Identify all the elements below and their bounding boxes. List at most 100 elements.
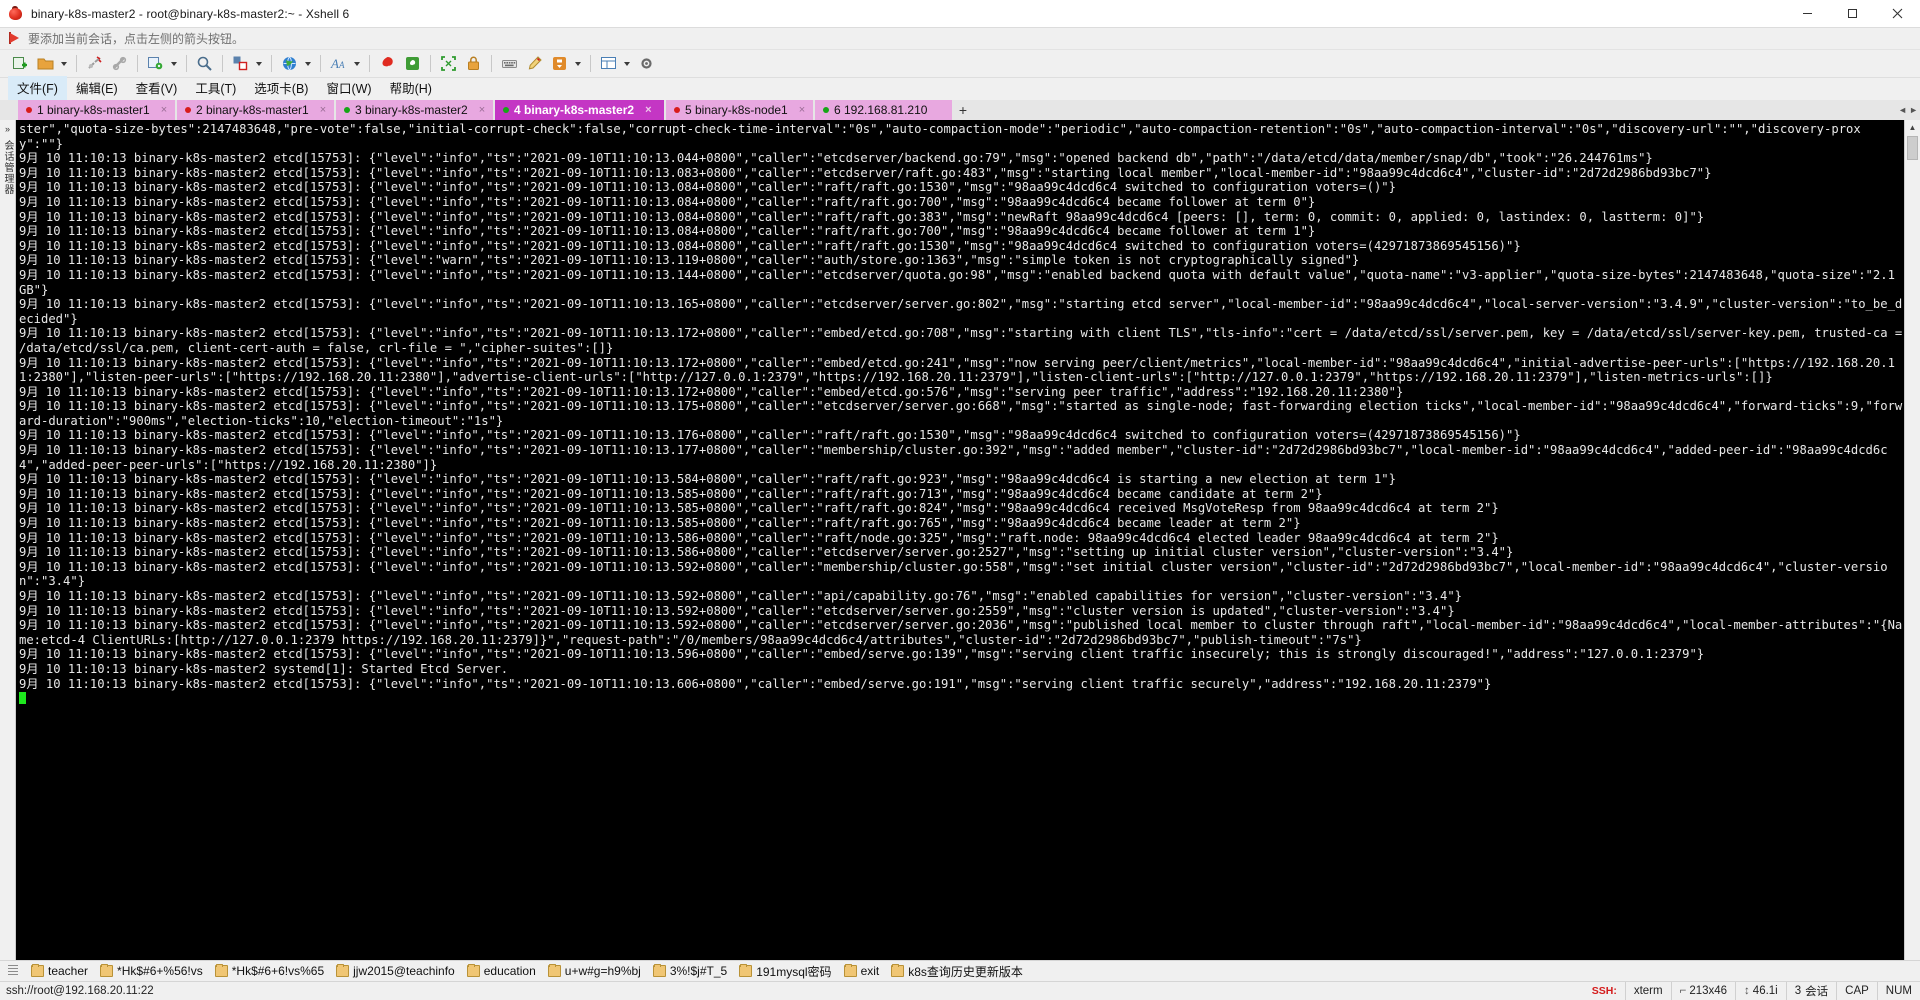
tab-label: 2 binary-k8s-master1 [196,103,309,117]
folder-icon [547,964,561,977]
bookmark-pwd-1[interactable]: *Hk$#6+%56!vs [95,963,210,979]
menu-tools[interactable]: 工具(T) [186,76,245,100]
open-folder-icon[interactable] [33,52,57,76]
bookmark-label: k8s查询历史更新版本 [908,964,1023,979]
tab-scroll-right-icon[interactable]: ► [1909,105,1918,115]
tab-close-icon[interactable]: × [320,104,326,116]
status-transfer: ↕ 46.1i [1735,982,1786,1000]
tab-3-binary-k8s-master2[interactable]: 3 binary-k8s-master2 × [336,100,495,120]
tab-close-icon[interactable]: × [161,104,167,116]
menu-window[interactable]: 窗口(W) [317,76,380,100]
settings-icon[interactable] [634,52,658,76]
bookmark-jjw2015[interactable]: jjw2015@teachinfo [331,963,462,979]
find-icon[interactable] [192,52,216,76]
menu-view[interactable]: 查看(V) [127,76,187,100]
terminal-output[interactable]: ster","quota-size-bytes":2147483648,"pre… [16,120,1904,960]
bookmark-pwd-4[interactable]: 3%!$j#T_5 [648,963,734,979]
bookmark-pwd-3[interactable]: u+w#g=h9%bj [543,963,648,979]
layout-icon[interactable] [596,52,620,76]
status-protocol: SSH: [1584,982,1625,1000]
session-hint-bar: 要添加当前会话，点击左侧的箭头按钮。 [0,28,1920,50]
bookmark-education[interactable]: education [462,963,543,979]
menu-tabs[interactable]: 选项卡(B) [245,76,317,100]
status-session-label: 会话 [1805,986,1829,998]
tab-close-icon[interactable]: × [479,104,485,116]
xftp-icon[interactable] [400,52,424,76]
status-session-number: 3 [1794,985,1802,997]
record-icon[interactable] [547,52,571,76]
globe-dropdown-caret[interactable] [302,53,313,75]
layout-dropdown-caret[interactable] [621,53,632,75]
menu-help[interactable]: 帮助(H) [381,76,441,100]
tab-1-binary-k8s-master1[interactable]: 1 binary-k8s-master1 × [18,100,177,120]
bookmark-label: jjw2015@teachinfo [353,964,455,978]
minimize-button[interactable] [1785,0,1830,27]
file-transfer-icon[interactable] [228,52,252,76]
session-manager-rail[interactable]: » 会话管理器 [0,120,16,960]
session-properties-icon[interactable] [143,52,167,76]
bookmark-pwd-2[interactable]: *Hk$#6+6!vs%65 [210,963,331,979]
xshell-icon[interactable] [375,52,399,76]
font-dropdown-caret[interactable] [351,53,362,75]
reconnect-icon[interactable] [107,52,131,76]
tab-label: 1 binary-k8s-master1 [37,103,150,117]
bookmark-drag-handle[interactable] [8,965,18,977]
transfer-dropdown-caret[interactable] [253,53,264,75]
globe-icon[interactable] [277,52,301,76]
new-session-icon[interactable] [8,52,32,76]
status-size-label: 213x46 [1689,985,1728,997]
new-tab-button[interactable]: + [954,100,972,120]
resize-icon: ⌐ [1679,985,1687,997]
tab-scroll-left-icon[interactable]: ◄ [1898,105,1907,115]
status-connection: ssh://root@192.168.20.11:22 [6,985,154,997]
scrollbar-thumb[interactable] [1907,136,1918,160]
bookmark-exit[interactable]: exit [839,963,887,979]
tab-4-binary-k8s-master2[interactable]: 4 binary-k8s-master2 × [495,100,666,120]
record-dropdown-caret[interactable] [572,53,583,75]
bookmark-teacher[interactable]: teacher [26,963,95,979]
bookmark-191mysql[interactable]: 191mysql密码 [734,962,838,981]
xshell-logo-icon [8,5,24,22]
fullscreen-icon[interactable] [436,52,460,76]
folder-icon [336,964,350,977]
tab-status-dot-connected [344,107,350,113]
tab-2-binary-k8s-master1[interactable]: 2 binary-k8s-master1 × [177,100,336,120]
folder-icon [739,964,753,977]
tab-label: 3 binary-k8s-master2 [355,103,468,117]
lock-icon[interactable] [461,52,485,76]
bookmark-label: education [483,964,536,978]
terminal-area: » 会话管理器 ster","quota-size-bytes":2147483… [0,120,1920,960]
properties-dropdown-caret[interactable] [168,53,179,75]
menu-file[interactable]: 文件(F) [8,76,67,100]
tab-5-binary-k8s-node1[interactable]: 5 binary-k8s-node1 × [666,100,815,120]
folder-icon [100,964,114,977]
status-protocol-label: SSH: [1591,985,1617,997]
tab-status-dot-disconnected [26,107,32,113]
session-manager-label: 会话管理器 [2,140,13,195]
toolbar-separator [222,55,223,72]
disconnect-icon[interactable] [82,52,106,76]
status-terminal-size: ⌐ 213x46 [1670,982,1735,1000]
highlight-icon[interactable] [522,52,546,76]
keyboard-icon[interactable] [497,52,521,76]
tab-status-dot-connected [503,107,509,113]
maximize-button[interactable] [1830,0,1875,27]
title-bar: binary-k8s-master2 - root@binary-k8s-mas… [0,0,1920,28]
terminal-scrollbar[interactable]: ▲ [1904,120,1920,960]
open-dropdown-caret[interactable] [58,53,69,75]
expand-sessions-icon[interactable]: » [5,124,10,134]
font-size-icon[interactable]: AA [326,52,350,76]
tab-close-icon[interactable]: × [799,104,805,116]
tab-scroll-controls[interactable]: ◄ ► [1898,100,1918,120]
close-button[interactable] [1875,0,1920,27]
tab-label: 4 binary-k8s-master2 [514,103,635,117]
window-title: binary-k8s-master2 - root@binary-k8s-mas… [31,6,350,21]
menu-edit[interactable]: 编辑(E) [67,76,127,100]
toolbar-separator [369,55,370,72]
tab-close-icon[interactable]: × [645,104,651,116]
bookmark-k8s-history[interactable]: k8s查询历史更新版本 [886,962,1030,981]
bookmark-label: u+w#g=h9%bj [564,964,641,978]
scroll-up-icon[interactable]: ▲ [1905,120,1920,134]
bookmark-label: 3%!$j#T_5 [669,964,728,978]
tab-6-192-168-81-210[interactable]: 6 192.168.81.210 [815,100,954,120]
